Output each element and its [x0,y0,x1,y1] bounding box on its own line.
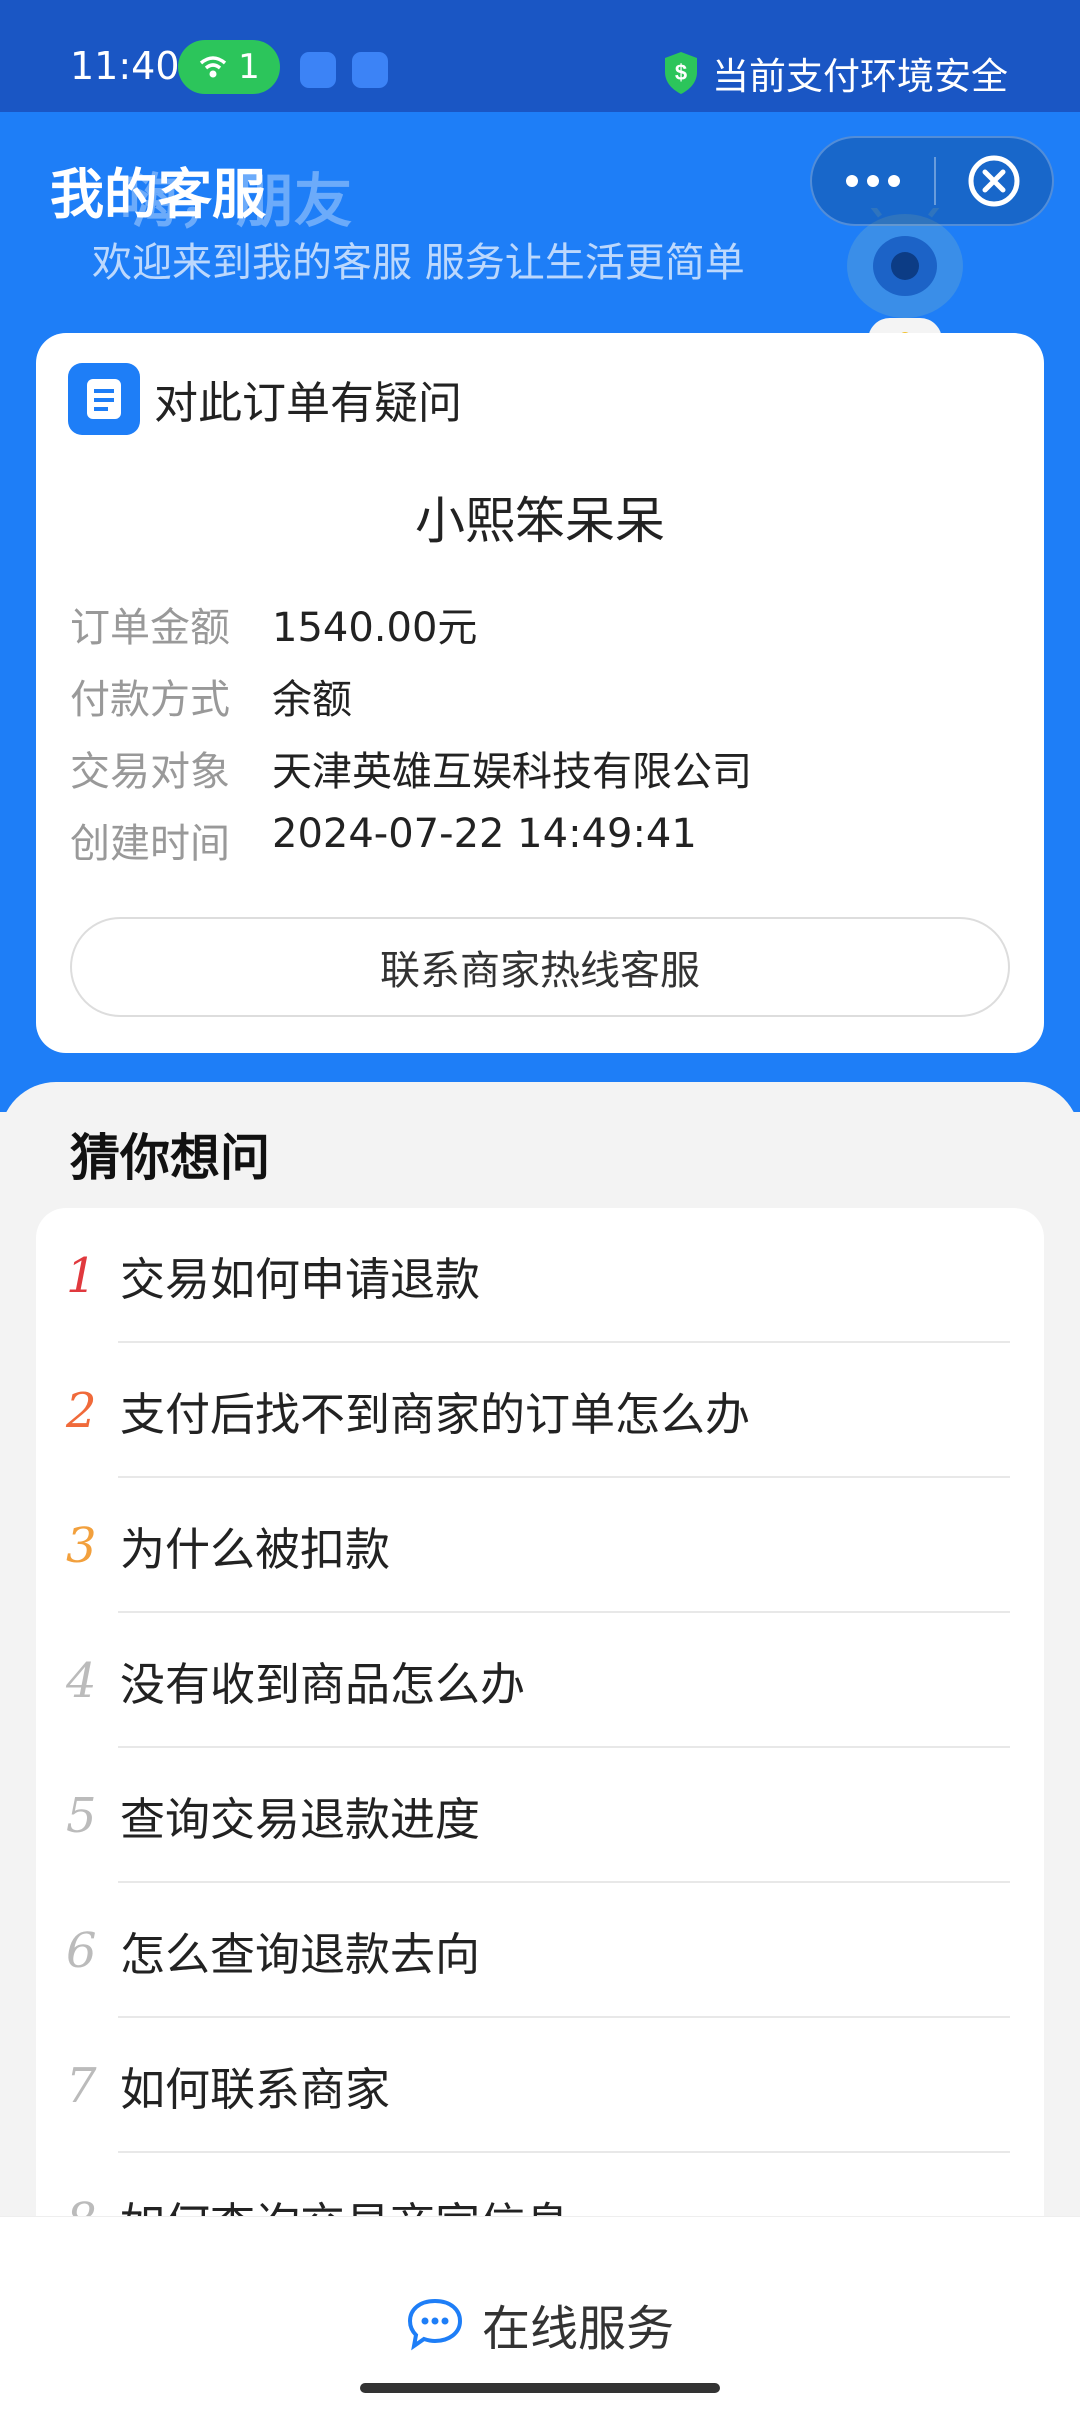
merchant-hotline-button[interactable]: 联系商家热线客服 [70,917,1010,1017]
field-label: 订单金额 [70,605,230,651]
faq-item[interactable]: 3 为什么被扣款 [36,1478,1044,1613]
field-value: 天津英雄互娱科技有限公司 [272,749,752,795]
status-time: 11:40 [70,44,180,88]
field-value: 余额 [272,677,352,723]
more-icon-dot [888,175,900,187]
wifi-icon [200,56,227,78]
faq-item[interactable]: 5 查询交易退款进度 [36,1748,1044,1883]
field-label: 付款方式 [70,677,230,723]
faq-question: 如何联系商家 [120,2063,391,2116]
field-value: 2024-07-22 14:49:41 [272,811,697,857]
faq-question: 支付后找不到商家的订单怎么办 [120,1388,751,1441]
more-button[interactable] [812,138,934,224]
faq-rank: 3 [66,1517,97,1574]
faq-question: 查询交易退款进度 [120,1793,481,1846]
android-app-icon [300,52,336,88]
order-card-header: 对此订单有疑问 [68,363,462,435]
faq-rank: 1 [66,1247,97,1304]
field-label: 创建时间 [70,821,230,867]
link-app-icon [352,52,388,88]
svg-text:$: $ [675,60,687,85]
more-icon [846,175,858,187]
faq-title: 猜你想问 [70,1129,270,1187]
field-label: 交易对象 [70,749,230,795]
mini-program-capsule [810,136,1054,226]
order-question-heading: 对此订单有疑问 [154,378,462,429]
payment-security-status: $ 当前支付环境安全 [662,46,1008,100]
home-indicator[interactable] [360,2383,720,2393]
faq-rank: 6 [66,1922,97,1979]
order-amount-row: 订单金额 1540.00元 [70,595,477,653]
faq-list: 1 交易如何申请退款 2 支付后找不到商家的订单怎么办 3 为什么被扣款 4 没… [36,1208,1044,2308]
close-button[interactable] [936,138,1052,224]
faq-item[interactable]: 4 没有收到商品怎么办 [36,1613,1044,1748]
hotspot-count: 1 [238,47,260,87]
shield-icon: $ [665,52,697,94]
online-service-button[interactable]: 在线服务 [0,2289,1080,2359]
welcome-text: 欢迎来到我的客服 服务让生活更简单 [92,240,745,286]
field-value: 1540.00元 [272,605,478,651]
faq-section: 猜你想问 1 交易如何申请退款 2 支付后找不到商家的订单怎么办 3 为什么被扣… [0,1082,1080,2414]
faq-item[interactable]: 6 怎么查询退款去向 [36,1883,1044,2018]
bottom-bar: 在线服务 [0,2216,1080,2414]
faq-question: 为什么被扣款 [120,1523,391,1576]
chat-bubble-icon [407,2298,462,2351]
more-icon-dot [867,175,879,187]
faq-rank: 4 [66,1652,97,1709]
counterparty-row: 交易对象 天津英雄互娱科技有限公司 [70,739,752,797]
online-service-label: 在线服务 [481,2301,674,2357]
faq-question: 怎么查询退款去向 [120,1928,481,1981]
payment-method-row: 付款方式 余额 [70,667,352,725]
merchant-name: 小熙笨呆呆 [415,492,665,550]
document-icon [68,363,140,435]
faq-question: 没有收到商品怎么办 [120,1658,526,1711]
hotspot-badge: 1 [178,40,280,94]
faq-rank: 2 [66,1382,97,1439]
faq-question: 交易如何申请退款 [120,1253,481,1306]
faq-item[interactable]: 1 交易如何申请退款 [36,1208,1044,1343]
faq-rank: 5 [66,1787,97,1844]
faq-item[interactable]: 7 如何联系商家 [36,2018,1044,2153]
status-bar: 11:40 1 $ 当前支付环境安全 [0,0,1080,112]
order-card: 对此订单有疑问 小熙笨呆呆 订单金额 1540.00元 付款方式 余额 交易对象… [36,333,1044,1053]
faq-item[interactable]: 2 支付后找不到商家的订单怎么办 [36,1343,1044,1478]
page-title: 我的客服 [50,163,266,226]
faq-rank: 7 [66,2057,97,2114]
created-time-row: 创建时间 2024-07-22 14:49:41 [70,811,697,869]
close-icon [968,155,1020,207]
security-text: 当前支付环境安全 [712,55,1008,98]
